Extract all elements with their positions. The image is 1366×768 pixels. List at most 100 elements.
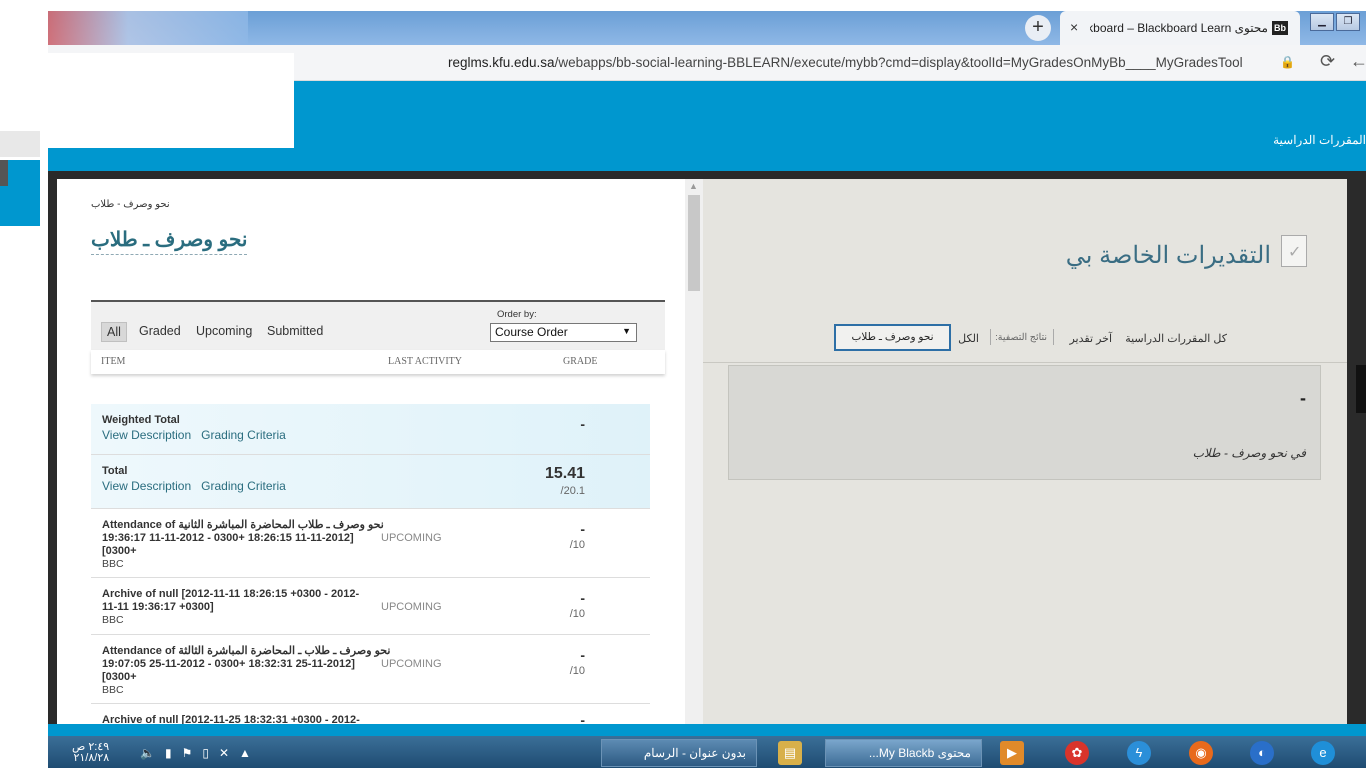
card-grade-value: - [1300,388,1306,408]
network-icon[interactable]: ▮ [165,746,182,760]
order-by-select[interactable]: Course Order ▼ [490,323,637,342]
filter-tab-graded[interactable]: Graded [134,322,186,340]
grade-item-name-line3: [0300+ [102,671,137,683]
filter-results-label: نتائج التصفية: [995,332,1047,343]
media-player-icon[interactable]: ▶ [1000,741,1024,765]
volume-icon[interactable]: 🔈 [140,746,165,760]
window-controls: ▁ ❐ [1310,11,1366,31]
taskbar-chrome-button[interactable]: محتوى My Blackb... [825,739,982,767]
grade-row-total: Total View Description Grading Criteria 1… [91,455,650,509]
filter-tab-submitted[interactable]: Submitted [262,322,328,340]
system-tray: 🔈▮⚑▯✕▲ [140,746,261,760]
left-panel-scrollbar[interactable]: ▲ [685,179,703,724]
back-icon[interactable]: ← [1350,51,1366,72]
url-field[interactable]: reglms.kfu.edu.sa/webapps/bb-social-lear… [448,55,1243,70]
battery-icon[interactable]: ▯ [202,746,219,760]
left-strip-gray-block [0,131,40,157]
order-by-label: Order by: [497,309,537,320]
tab-title: محتوى kboard – Blackboard Learn [1090,21,1268,35]
tray-expand-icon[interactable]: ▲ [239,746,261,760]
grade-item-name: Total [102,465,128,477]
nav-last-grade[interactable]: آخر تقدير [1069,332,1112,345]
clock-date: ٢١/٨/٢٨ [73,752,110,764]
document-check-icon [1281,235,1307,267]
grade-item-name-line2: 19:36:17 11-11-2012 - 0300+ 18:26:15 11-… [102,532,354,544]
view-description-link[interactable]: View Description [102,428,191,442]
nav-all[interactable]: الكل [958,332,979,345]
left-desktop-strip [0,0,48,740]
panel-divider [703,362,1347,363]
right-edge [1347,179,1366,724]
right-edge-block [1356,365,1366,413]
grade-item-name-line1: Attendance of نحو وصرف ـ طلاب المحاضرة ا… [102,519,384,531]
lock-icon[interactable]: 🔒 [1280,55,1295,69]
browser-tab-bar: + × محتوى kboard – Blackboard Learn Bb ▁… [48,11,1366,45]
column-grade: GRADE [563,356,598,367]
grade-item-name-line1: Archive of null [2012-11-25 18:32:31 +03… [102,714,360,724]
filter-tab-all[interactable]: All [101,322,127,342]
view-description-link[interactable]: View Description [102,479,191,493]
flag-icon[interactable]: ⚑ [182,746,203,760]
background-tab[interactable] [48,11,248,45]
grades-column-header: ITEM LAST ACTIVITY GRADE [91,350,665,374]
grade-possible: /10 [569,665,585,677]
column-item: ITEM [101,356,126,367]
grade-item-source: BBC [102,614,124,626]
grade-item-name-line1: Archive of null [2012-11-11 18:26:15 +03… [102,588,360,600]
dropdown-arrow-icon: ▼ [622,326,631,336]
page-bottom-band [48,724,1366,736]
left-strip-dark-block [0,160,8,186]
course-grades-panel: نحو وصرف - طلاب نحو وصرف ـ طلاب All Grad… [57,179,685,724]
taskbar-clock[interactable]: ٢:٤٩ ص ٢١/٨/٢٨ [72,742,109,764]
grade-value: - [580,647,585,663]
grade-row-attendance-2: Attendance of نحو وصرف ـ طلاب المحاضرة ا… [91,509,650,578]
my-grades-panel: التقديرات الخاصة بي كل المقررات الدراسية… [703,179,1347,724]
app-icon-red[interactable]: ✿ [1065,741,1089,765]
order-by-value: Course Order [495,325,568,339]
url-host: reglms.kfu.edu.sa [448,55,555,70]
scroll-up-icon[interactable]: ▲ [689,181,698,191]
grade-item-source: BBC [102,558,124,570]
new-tab-button[interactable]: + [1025,15,1051,41]
minimize-button[interactable]: ▁ [1310,13,1334,31]
paint-button-label: بدون عنوان - الرسام [643,746,746,760]
column-last-activity: LAST ACTIVITY [388,356,462,367]
restore-button[interactable]: ❐ [1336,13,1360,31]
course-title[interactable]: نحو وصرف ـ طلاب [91,227,248,255]
reload-icon[interactable]: ⟳ [1320,51,1335,72]
firefox-icon[interactable]: ◉ [1189,741,1213,765]
internet-explorer-icon[interactable]: e [1311,741,1335,765]
tray-app-icon[interactable]: ✕ [219,746,239,760]
grade-value: - [580,712,585,724]
grading-criteria-link[interactable]: Grading Criteria [201,479,286,493]
course-grade-card[interactable]: - في نحو وصرف - طلاب [728,365,1321,480]
chrome-button-label: محتوى My Blackb... [868,746,971,760]
grade-value: - [580,590,585,606]
active-tab[interactable]: × محتوى kboard – Blackboard Learn Bb [1060,11,1300,45]
filter-tab-upcoming[interactable]: Upcoming [191,322,257,340]
grade-item-links: View Description Grading Criteria [102,479,296,493]
app-icon-globe[interactable]: ◐ [1250,741,1274,765]
grading-criteria-link[interactable]: Grading Criteria [201,428,286,442]
grade-item-status: UPCOMING [381,658,442,670]
url-path: /webapps/bb-social-learning-BBLEARN/exec… [554,55,1243,70]
grade-row-attendance-3: Attendance of نحو وصرف ـ طلاب ـ المحاضرة… [91,635,650,704]
courses-nav-link[interactable]: المقررات الدراسية [1273,133,1366,147]
grade-possible: /10 [569,539,585,551]
folder-icon[interactable]: ▤ [778,741,802,765]
grade-item-status: UPCOMING [381,601,442,613]
grade-item-name-line3: [0300+ [102,545,137,557]
selected-course-filter[interactable]: نحو وصرف ـ طلاب [834,324,951,351]
taskbar-paint-button[interactable]: بدون عنوان - الرسام [601,739,757,767]
scroll-thumb[interactable] [688,195,700,291]
grade-item-name-line1: Attendance of نحو وصرف ـ طلاب ـ المحاضرة… [102,645,391,657]
grade-possible: /20.1 [560,485,585,497]
app-icon-blue[interactable]: ϟ [1127,741,1151,765]
grade-item-status: UPCOMING [381,532,442,544]
grade-item-name-line2: 19:07:05 25-11-2012 - 0300+ 18:32:31 25-… [102,658,355,670]
grade-value: 15.41 [544,465,585,482]
nav-all-courses[interactable]: كل المقررات الدراسية [1125,332,1227,345]
close-icon[interactable]: × [1070,19,1078,35]
breadcrumb[interactable]: نحو وصرف - طلاب [91,199,170,210]
card-course-name: في نحو وصرف - طلاب [1192,446,1306,460]
